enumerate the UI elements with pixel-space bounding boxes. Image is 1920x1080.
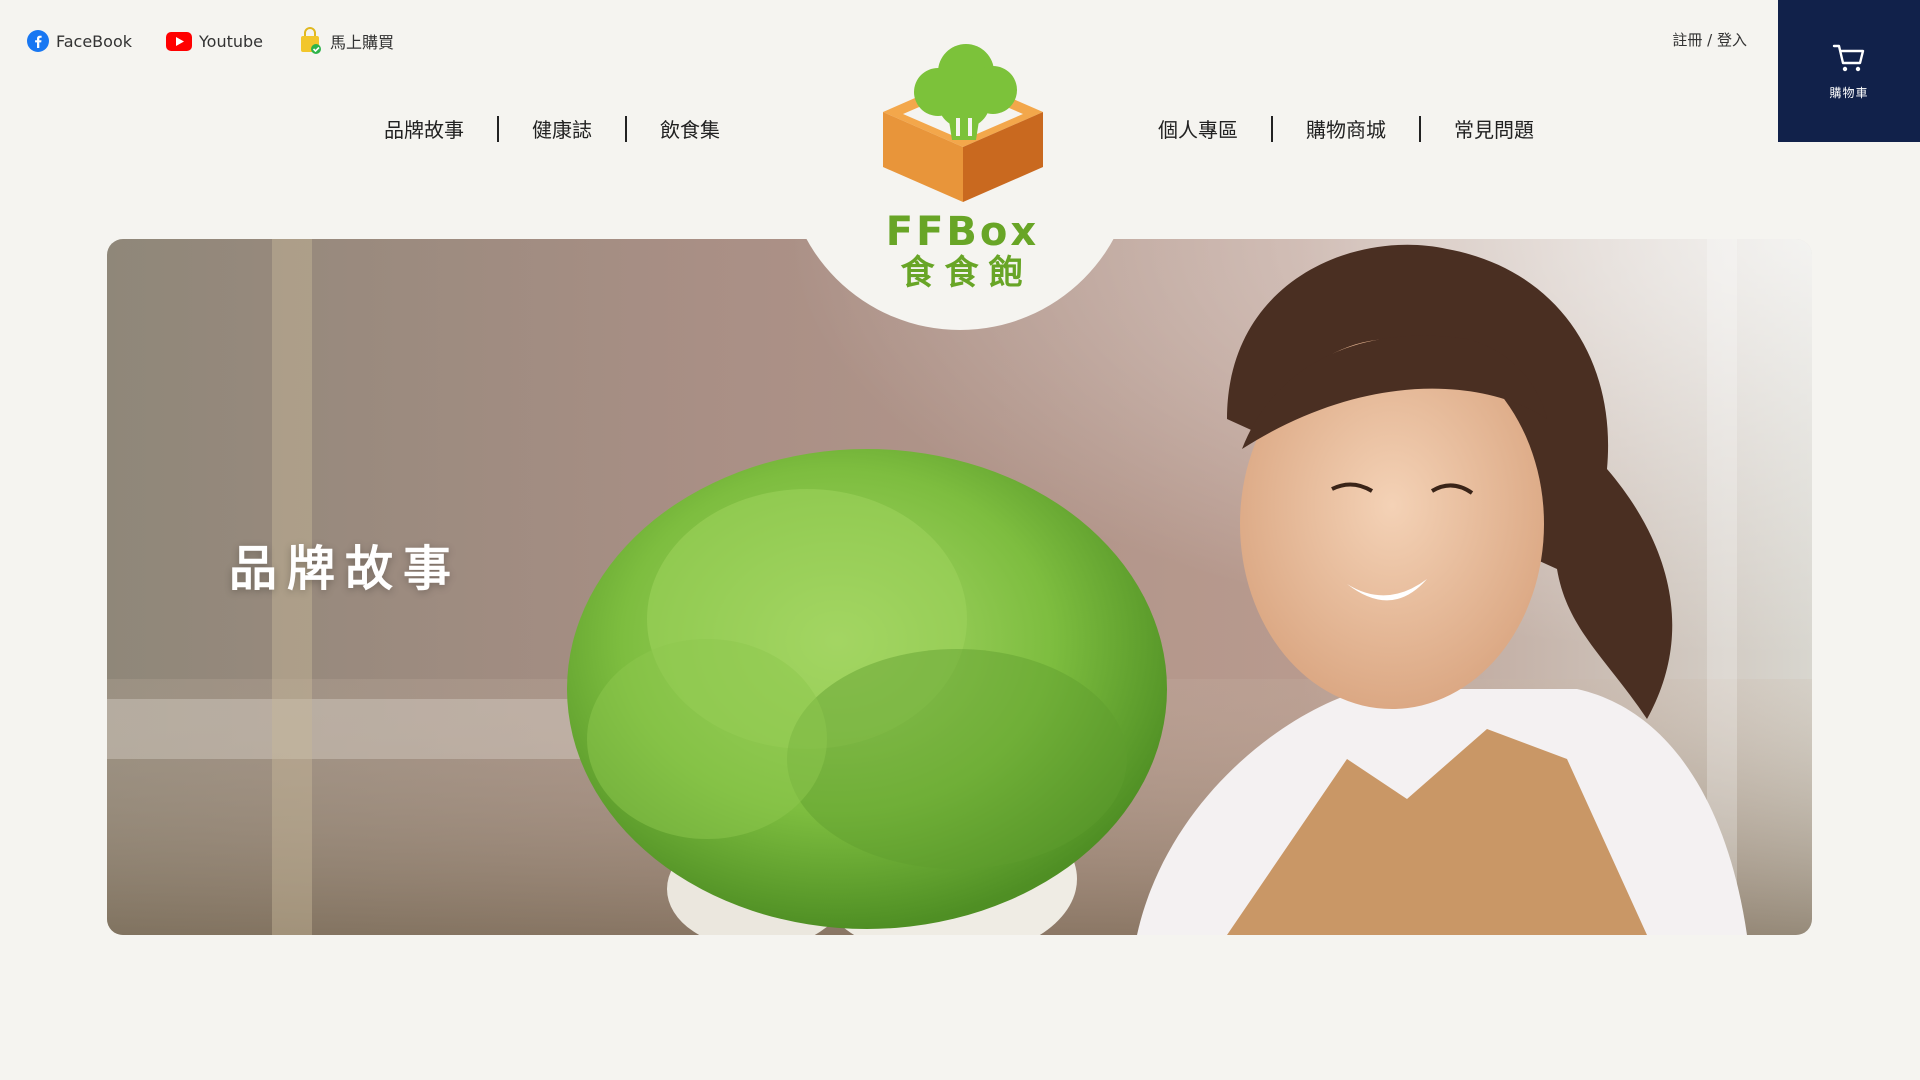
facebook-link[interactable]: FaceBook (27, 30, 132, 52)
logo-text-zh: 食食飽 (900, 253, 1033, 293)
nav-shop[interactable]: 購物商城 (1306, 114, 1386, 143)
nav-health-journal[interactable]: 健康誌 (532, 114, 592, 143)
logo-box-broccoli-icon (882, 44, 1043, 202)
facebook-icon (27, 30, 49, 52)
nav-personal-area[interactable]: 個人專區 (1158, 114, 1238, 143)
nav-divider (1419, 115, 1421, 142)
hero-banner: 品牌故事 (107, 239, 1812, 935)
youtube-link[interactable]: Youtube (166, 31, 263, 51)
cart-button[interactable]: 購物車 (1778, 0, 1920, 142)
site-logo[interactable]: FFBox 食食飽 (870, 42, 1055, 292)
nav-faq[interactable]: 常見問題 (1454, 114, 1534, 143)
social-bar: FaceBook Youtube 馬上購買 (27, 27, 394, 55)
logo-text-en: FFBox (885, 209, 1040, 255)
buy-now-label: 馬上購買 (330, 33, 395, 52)
nav-brand-story[interactable]: 品牌故事 (384, 114, 464, 143)
cart-icon (1832, 44, 1865, 71)
nav-divider (497, 115, 499, 142)
register-login-link[interactable]: 註冊 / 登入 (1672, 29, 1747, 50)
hero-title: 品牌故事 (229, 541, 462, 597)
nav-food-collection[interactable]: 飲食集 (660, 114, 720, 143)
shopping-bag-icon (301, 27, 321, 54)
cart-label: 購物車 (1829, 85, 1869, 100)
buy-now-link[interactable]: 馬上購買 (297, 27, 394, 55)
primary-nav-right: 個人專區 購物商城 常見問題 (1158, 114, 1534, 143)
youtube-icon (166, 31, 192, 51)
nav-divider (1271, 115, 1273, 142)
primary-nav-left: 品牌故事 健康誌 飲食集 (384, 114, 720, 143)
facebook-label: FaceBook (56, 31, 132, 51)
nav-divider (625, 115, 627, 142)
youtube-label: Youtube (199, 31, 263, 51)
